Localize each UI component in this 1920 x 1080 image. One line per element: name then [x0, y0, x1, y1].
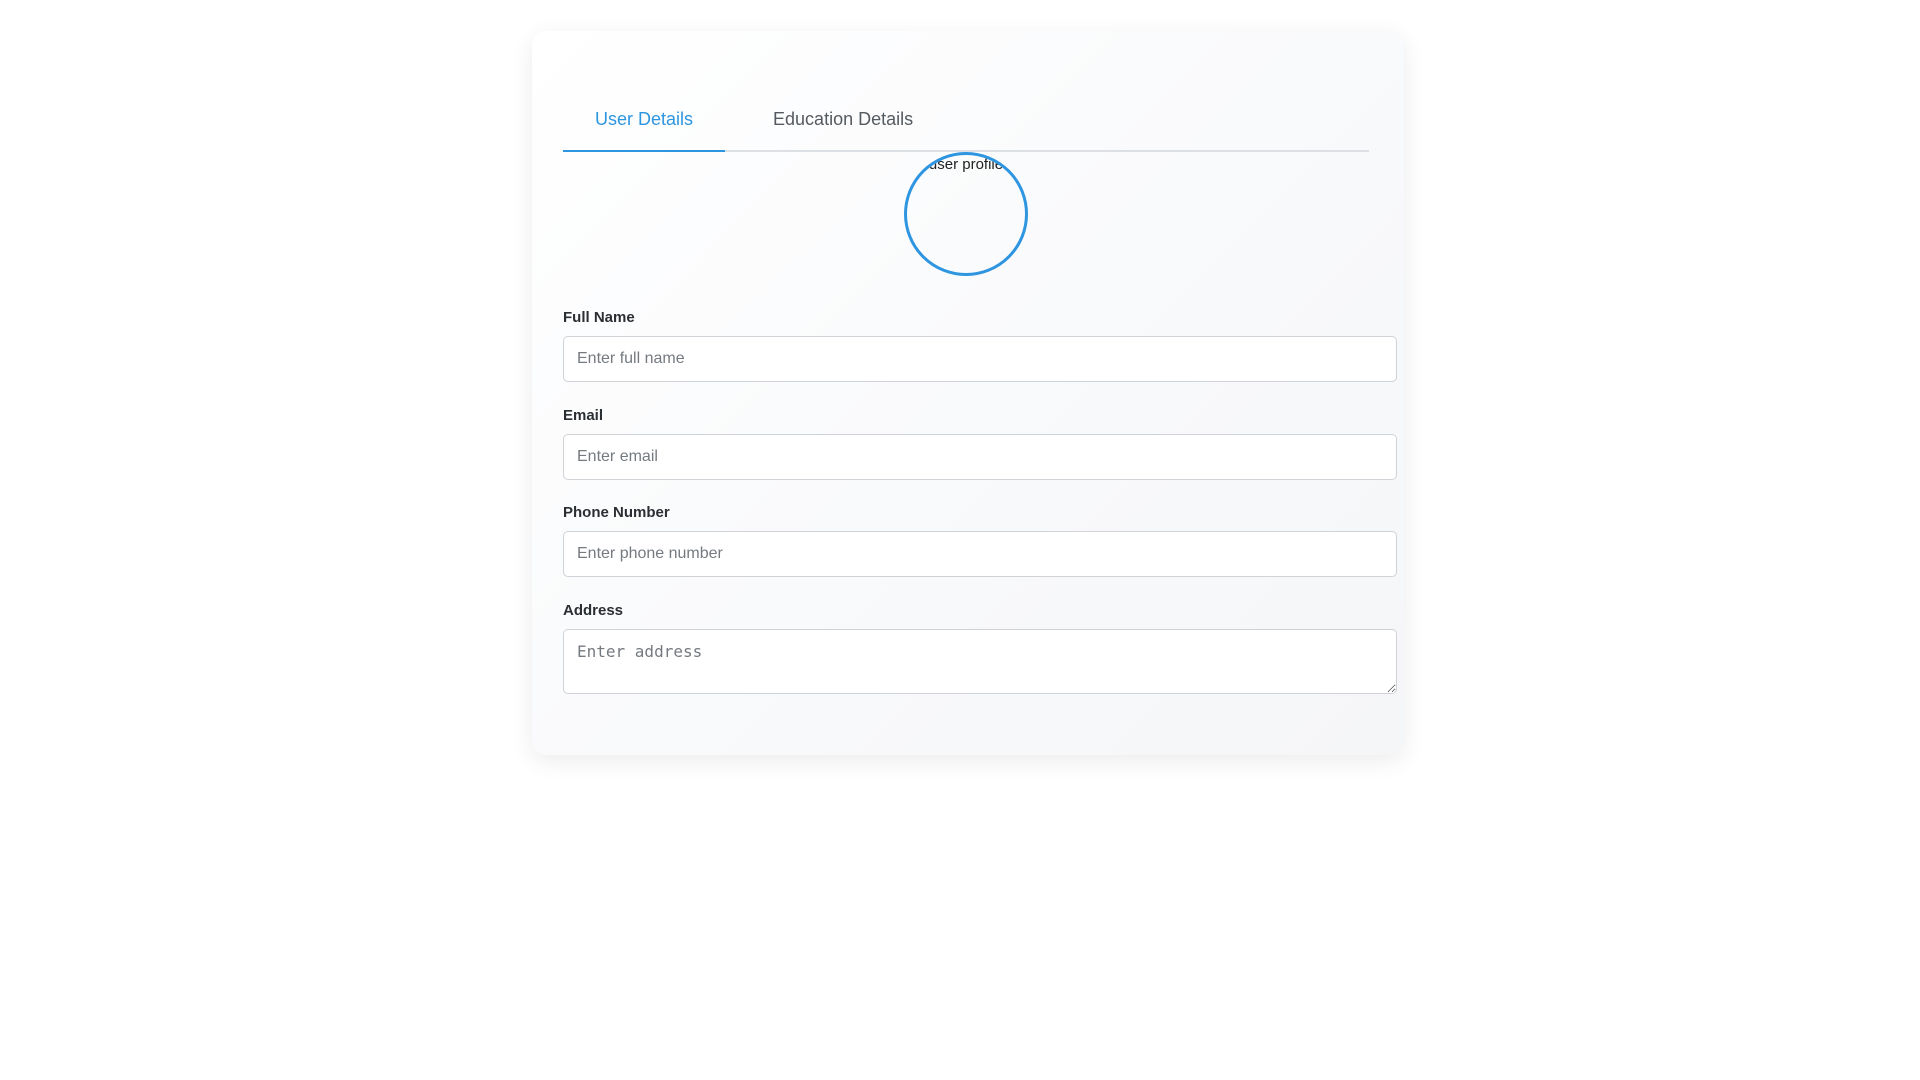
full-name-input[interactable] [563, 336, 1397, 382]
avatar-alt-text: user profile [928, 156, 1004, 173]
full-name-label: Full Name [563, 309, 635, 326]
email-label: Email [563, 407, 604, 424]
phone-label: Phone Number [563, 504, 670, 521]
email-input[interactable] [563, 434, 1397, 480]
address-group: Address [563, 602, 1397, 699]
tab-bar: User Details Education Details [563, 80, 1369, 152]
email-group: Email [563, 407, 1397, 480]
phone-group: Phone Number [563, 504, 1397, 577]
address-label: Address [563, 602, 624, 619]
profile-avatar[interactable]: user profile [904, 152, 1028, 276]
user-form-card: User Details Education Details user prof… [532, 31, 1404, 755]
tab-education-details[interactable]: Education Details [741, 109, 945, 152]
tab-user-details[interactable]: User Details [563, 109, 726, 152]
phone-input[interactable] [563, 531, 1397, 577]
address-textarea[interactable] [563, 629, 1397, 694]
full-name-group: Full Name [563, 309, 1397, 382]
